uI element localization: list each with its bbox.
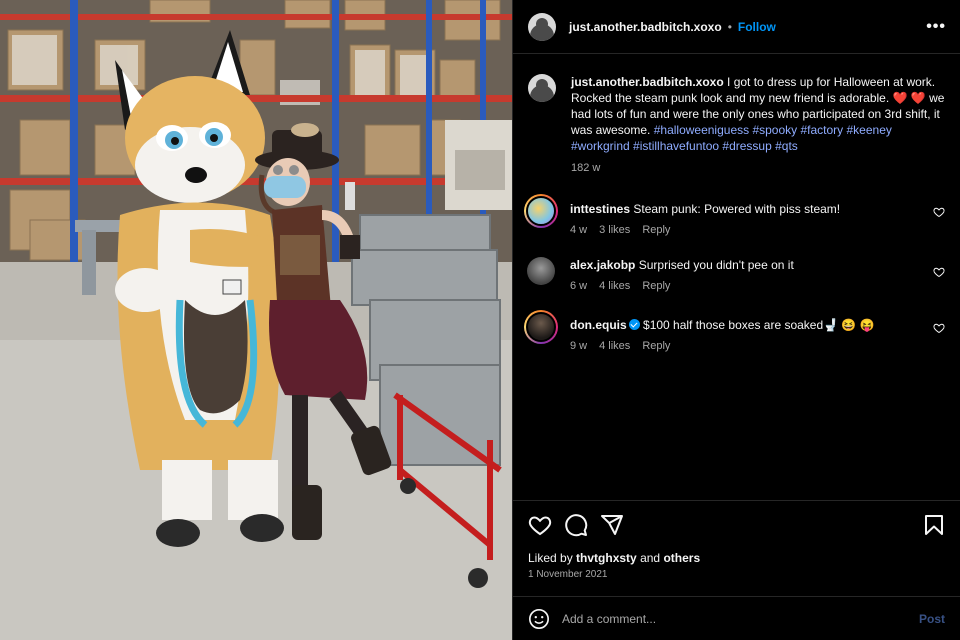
comment-meta: 4 w 3 likes Reply <box>570 222 840 238</box>
comment-heart-icon[interactable] <box>933 206 945 218</box>
post-caption: just.another.badbitch.xoxo I got to dres… <box>513 54 960 176</box>
liked-by-and: and <box>640 551 661 565</box>
comment-heart-icon[interactable] <box>933 266 945 278</box>
comment-likes[interactable]: 4 likes <box>599 278 630 294</box>
caption-age: 182 w <box>571 162 601 174</box>
emoji-icon[interactable] <box>528 608 550 630</box>
comment-text: Surprised you didn't pee on it <box>638 258 794 272</box>
post-actions: Liked by thvtghxsty and others 1 Novembe… <box>513 500 960 580</box>
post-panel: just.another.badbitch.xoxo • Follow ••• … <box>512 0 960 640</box>
follow-button[interactable]: Follow <box>738 20 776 34</box>
post-date: 1 November 2021 <box>528 569 608 580</box>
more-options-icon[interactable]: ••• <box>926 18 946 36</box>
comment-icon[interactable] <box>564 513 588 537</box>
caption-hearts: ❤️ ❤️ <box>892 91 926 105</box>
separator-dot: • <box>727 19 732 34</box>
comment-text: $100 half those boxes are soaked🚽 😆 😝 <box>643 318 875 332</box>
bookmark-icon[interactable] <box>922 513 946 537</box>
comment-username[interactable]: don.equis <box>570 318 627 332</box>
author-username[interactable]: just.another.badbitch.xoxo <box>569 20 722 34</box>
caption-body: just.another.badbitch.xoxo I got to dres… <box>571 74 946 176</box>
add-comment-bar: Post <box>513 596 960 640</box>
comment-age: 9 w <box>570 340 588 352</box>
liked-by-prefix: Liked by <box>528 551 573 565</box>
share-icon[interactable] <box>600 513 624 537</box>
author-avatar[interactable] <box>528 12 556 41</box>
comment-age: 6 w <box>570 280 588 292</box>
comment-body: don.equis $100 half those boxes are soak… <box>570 310 875 354</box>
post-photo <box>0 0 512 640</box>
liked-by-user[interactable]: thvtghxsty <box>576 551 637 565</box>
heart-icon[interactable] <box>528 513 552 537</box>
photo-illustration <box>0 0 512 640</box>
caption-author-avatar[interactable] <box>528 74 556 102</box>
comment-reply-button[interactable]: Reply <box>642 222 670 238</box>
comment-item: don.equis $100 half those boxes are soak… <box>513 310 960 354</box>
comment-text: Steam punk: Powered with piss steam! <box>633 202 841 216</box>
comment-age: 4 w <box>570 224 588 236</box>
comment-item: inttestines Steam punk: Powered with pis… <box>513 194 960 238</box>
action-icons <box>528 513 946 537</box>
comment-username[interactable]: alex.jakobp <box>570 258 635 272</box>
liked-by-others[interactable]: others <box>663 551 700 565</box>
comment-avatar[interactable] <box>524 310 558 344</box>
verified-badge-icon <box>628 319 640 330</box>
comment-item: alex.jakobp Surprised you didn't pee on … <box>513 254 960 294</box>
comment-likes[interactable]: 4 likes <box>599 338 630 354</box>
comment-body: inttestines Steam punk: Powered with pis… <box>570 194 840 238</box>
caption-author[interactable]: just.another.badbitch.xoxo <box>571 75 724 89</box>
comment-body: alex.jakobp Surprised you didn't pee on … <box>570 254 794 294</box>
comment-reply-button[interactable]: Reply <box>642 338 670 354</box>
comment-avatar[interactable] <box>527 257 555 285</box>
comment-input[interactable] <box>562 611 919 626</box>
comment-meta: 9 w 4 likes Reply <box>570 338 875 354</box>
comment-likes[interactable]: 3 likes <box>599 222 630 238</box>
comment-heart-icon[interactable] <box>933 322 945 334</box>
comment-avatar[interactable] <box>524 194 558 228</box>
post-comment-button[interactable]: Post <box>919 612 945 626</box>
post-header: just.another.badbitch.xoxo • Follow ••• <box>513 0 960 54</box>
comment-meta: 6 w 4 likes Reply <box>570 278 794 294</box>
comment-reply-button[interactable]: Reply <box>642 278 670 294</box>
comment-username[interactable]: inttestines <box>570 202 630 216</box>
liked-by: Liked by thvtghxsty and others <box>528 551 946 565</box>
